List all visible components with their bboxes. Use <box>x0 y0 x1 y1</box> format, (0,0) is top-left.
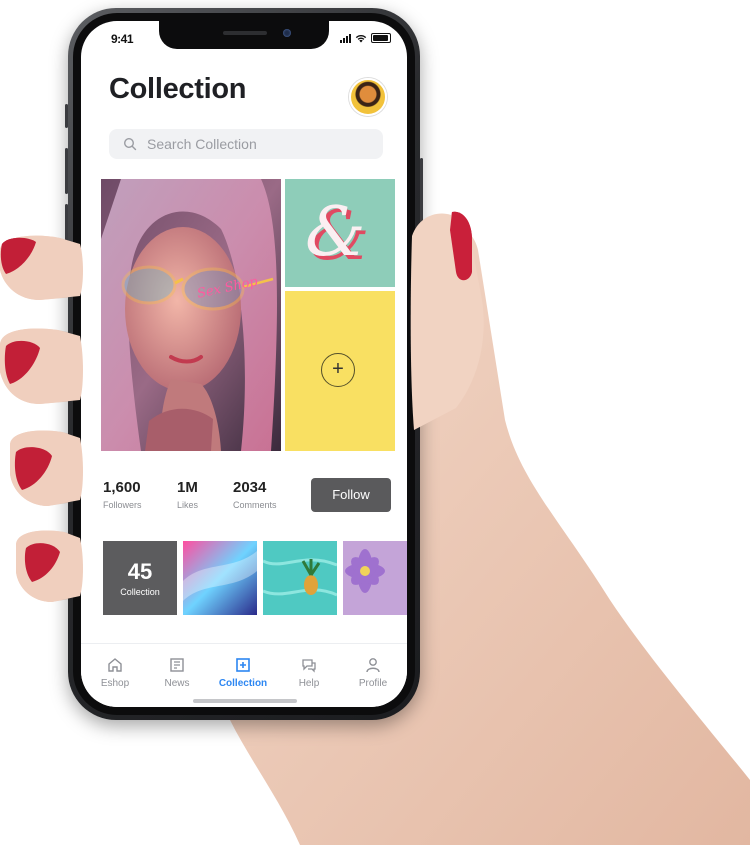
flower-image <box>343 541 407 615</box>
tab-label: Collection <box>218 678 268 689</box>
tab-news[interactable]: News <box>147 656 207 689</box>
avatar[interactable] <box>349 78 387 116</box>
pineapple-image <box>263 541 337 615</box>
status-icons <box>340 33 391 43</box>
search-input[interactable] <box>145 135 369 153</box>
ampersand-image: & & <box>285 179 395 287</box>
stat-value: 2034 <box>233 479 267 496</box>
search-bar[interactable] <box>109 129 383 159</box>
page-title: Collection <box>109 73 247 105</box>
abstract-image <box>183 541 257 615</box>
battery-icon <box>371 33 391 43</box>
stat-label: Comments <box>233 500 277 510</box>
stat-likes: 1M Likes <box>177 479 198 510</box>
news-icon <box>170 658 184 672</box>
tab-label: Eshop <box>100 678 130 689</box>
tab-eshop[interactable]: Eshop <box>85 656 145 689</box>
stat-value: 1M <box>177 479 198 496</box>
power-button <box>420 158 423 228</box>
collection-count-label: Collection <box>120 587 160 597</box>
bottom-tab-bar: Eshop News Collection Help Profile <box>81 643 407 707</box>
mute-switch <box>65 104 68 128</box>
add-icon[interactable]: + <box>321 353 355 387</box>
user-icon <box>366 658 380 673</box>
chat-icon <box>302 659 316 673</box>
collection-count: 45 <box>127 559 153 584</box>
collection-count-tile[interactable]: 45 Collection <box>103 541 177 615</box>
collection-icon <box>236 658 250 672</box>
app-screen: 9:41 Collection Search Collection Sex Sh… <box>81 21 407 707</box>
thumbnail-flower[interactable] <box>343 541 407 615</box>
thumbnail-abstract[interactable] <box>183 541 257 615</box>
home-icon <box>108 658 122 672</box>
speaker-grille <box>223 31 267 35</box>
status-time: 9:41 <box>111 32 134 46</box>
stat-label: Followers <box>103 500 142 510</box>
portrait-image: Sex Shop <box>101 179 281 451</box>
stat-value: 1,600 <box>103 479 141 496</box>
phone-bezel: 9:41 Collection Search Collection Sex Sh… <box>73 13 415 715</box>
tab-profile[interactable]: Profile <box>343 656 403 689</box>
stat-comments: 2034 Comments <box>233 479 277 510</box>
collection-photo-portrait[interactable]: Sex Shop <box>101 179 281 451</box>
home-indicator <box>193 699 297 703</box>
follow-button[interactable]: Follow <box>311 478 391 512</box>
tab-label: Profile <box>358 678 388 689</box>
phone-frame: 9:41 Collection Search Collection Sex Sh… <box>65 8 423 720</box>
tab-label: News <box>164 678 190 689</box>
search-icon <box>123 137 137 151</box>
tab-collection[interactable]: Collection <box>213 656 273 689</box>
stat-followers: 1,600 Followers <box>103 479 142 510</box>
tab-help[interactable]: Help <box>279 656 339 689</box>
volume-down-button <box>65 204 68 250</box>
svg-text:&: & <box>305 193 366 272</box>
collection-photo-ampersand[interactable]: & & <box>285 179 395 287</box>
thumbnail-pineapple[interactable] <box>263 541 337 615</box>
signal-icon <box>340 33 351 43</box>
notch <box>159 21 329 49</box>
volume-up-button <box>65 148 68 194</box>
add-to-collection-tile[interactable]: + <box>285 291 395 451</box>
camera-icon <box>283 29 291 37</box>
wifi-icon <box>355 34 367 42</box>
stat-label: Likes <box>177 500 199 510</box>
tab-label: Help <box>298 678 320 689</box>
